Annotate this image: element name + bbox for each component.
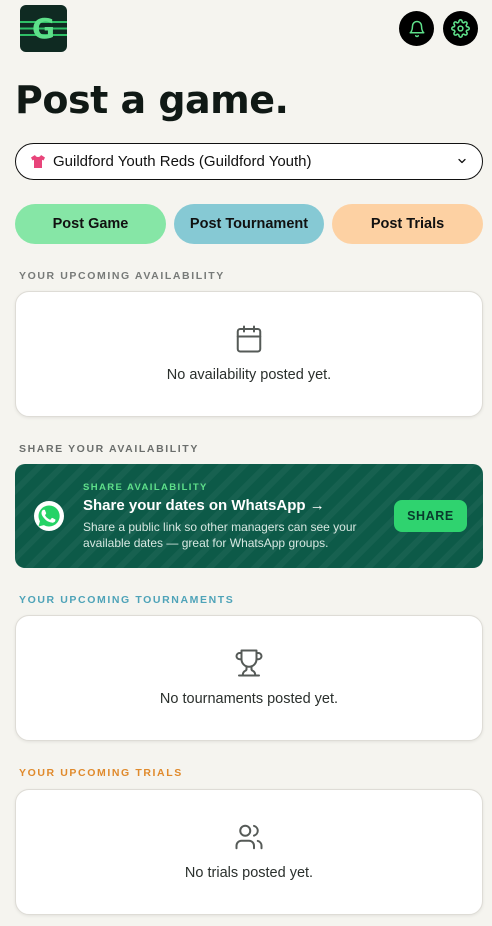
trials-empty-card: No trials posted yet. xyxy=(15,789,483,915)
calendar-icon xyxy=(236,325,262,353)
team-select-value: Guildford Youth Reds (Guildford Youth) xyxy=(53,153,312,170)
team-shirt-icon xyxy=(31,155,45,168)
bell-icon xyxy=(409,20,424,37)
share-kicker: Share availability xyxy=(83,482,208,493)
notifications-button[interactable] xyxy=(399,11,434,46)
share-headline[interactable]: Share your dates on WhatsApp → xyxy=(83,497,325,514)
tournaments-empty-card: No tournaments posted yet. xyxy=(15,615,483,741)
share-button[interactable]: SHARE xyxy=(394,500,467,532)
whatsapp-icon xyxy=(34,501,64,531)
share-section-label: Share your availability xyxy=(19,443,199,455)
trophy-icon xyxy=(235,649,263,677)
share-description: Share a public link so other managers ca… xyxy=(83,520,357,550)
tournaments-section-label: Your upcoming tournaments xyxy=(19,594,235,606)
page-title: Post a game. xyxy=(15,78,289,122)
users-icon xyxy=(235,824,263,850)
team-select[interactable]: Guildford Youth Reds (Guildford Youth) xyxy=(15,143,483,180)
share-availability-card: Share availability Share your dates on W… xyxy=(15,464,483,568)
trials-section-label: Your upcoming trials xyxy=(19,767,183,779)
logo-letter: G xyxy=(32,12,55,45)
gear-icon xyxy=(451,19,470,38)
settings-button[interactable] xyxy=(443,11,478,46)
app-logo[interactable]: G xyxy=(20,5,67,52)
post-game-button[interactable]: Post Game xyxy=(15,204,166,244)
app-header: G xyxy=(0,0,492,56)
availability-empty-message: No availability posted yet. xyxy=(166,367,332,383)
availability-section-label: Your upcoming availability xyxy=(19,270,225,282)
tournaments-empty-message: No tournaments posted yet. xyxy=(159,691,339,707)
post-trials-button[interactable]: Post Trials xyxy=(332,204,483,244)
post-tournament-button[interactable]: Post Tournament xyxy=(174,204,324,244)
chevron-down-icon xyxy=(456,155,468,167)
trials-empty-message: No trials posted yet. xyxy=(184,865,314,881)
availability-empty-card: No availability posted yet. xyxy=(15,291,483,417)
